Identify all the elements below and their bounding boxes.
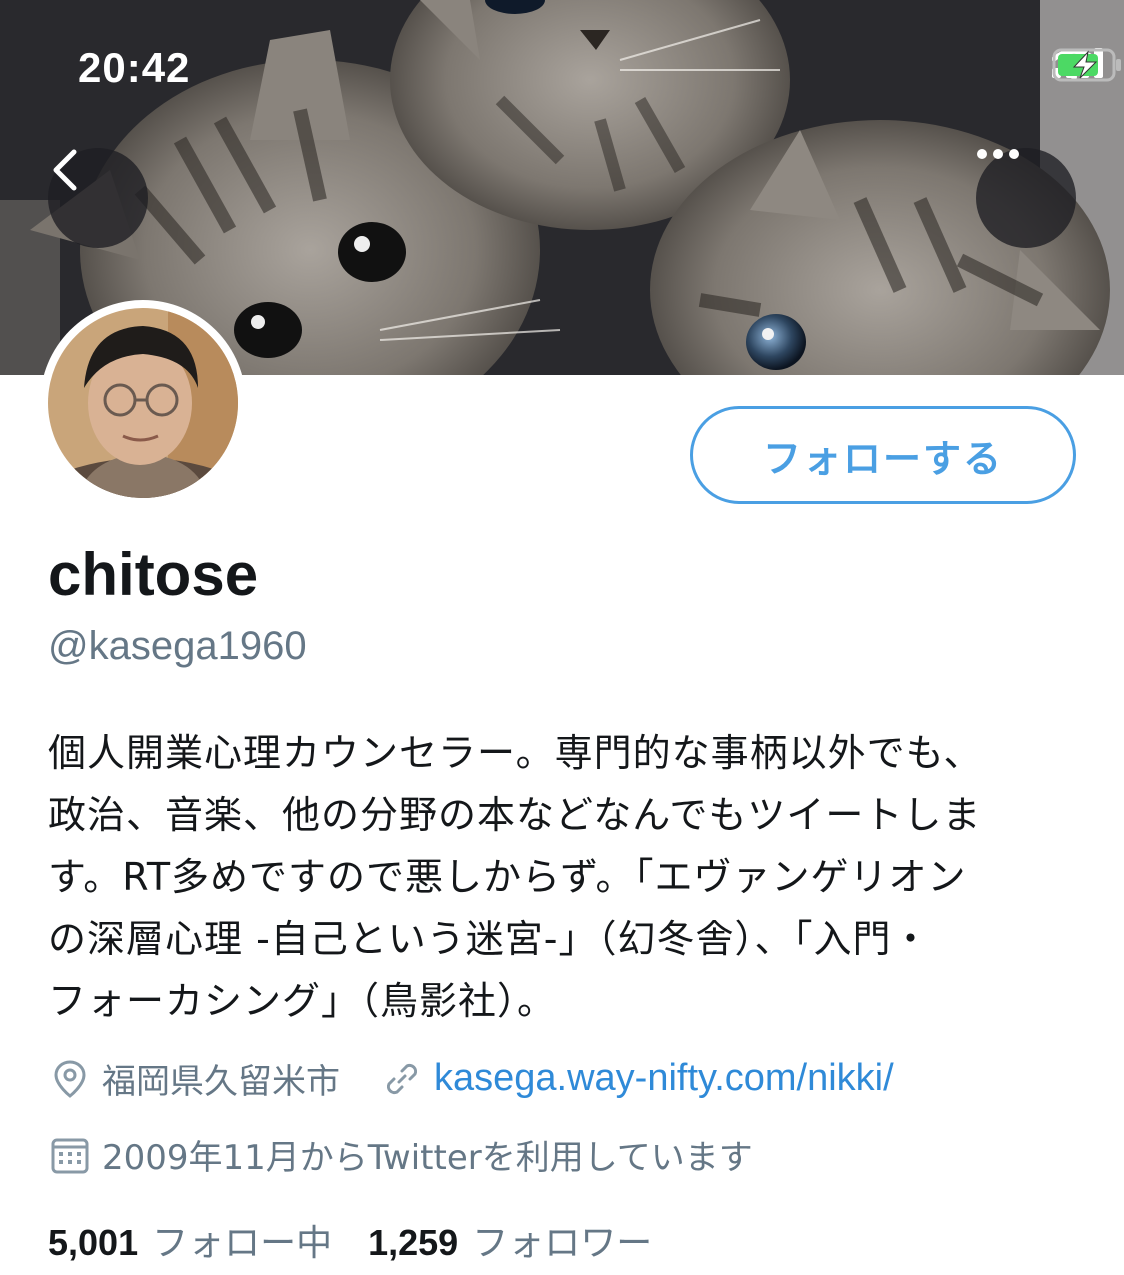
avatar-image (48, 308, 238, 498)
follow-stats: 5,001 フォロー中 1,259 フォロワー (48, 1214, 688, 1266)
location-text: 福岡県久留米市 (102, 1062, 340, 1102)
user-handle: @kasega1960 (48, 624, 307, 668)
website-link[interactable]: kasega.way-nifty.com/nikki/ (380, 1057, 894, 1101)
profile-page: 20:42 フォローする chitose @kasega1960 個人開業心理カ… (0, 0, 1124, 1275)
profile-meta-row: 福岡県久留米市 kasega.way-nifty.com/nikki/ (48, 1054, 894, 1103)
following-count[interactable]: 5,001 (48, 1222, 138, 1264)
bio-line: フォーカシング」（鳥影社）。 (48, 979, 557, 1023)
profile-bio: 個人開業心理カウンセラー。専門的な事柄以外でも、 政治、音楽、他の分野の本などな… (48, 722, 1088, 1032)
bio-line: 政治、音楽、他の分野の本などなんでもツイートしま (48, 793, 982, 837)
join-date-text: 2009年11月からTwitterを利用しています (102, 1138, 753, 1178)
display-name: chitose (48, 541, 259, 608)
followers-count[interactable]: 1,259 (368, 1222, 458, 1264)
follow-button[interactable]: フォローする (690, 406, 1076, 504)
back-button[interactable] (48, 148, 148, 248)
bio-line: す。RT多めですので悪しからず。「エヴァンゲリオン (48, 855, 967, 899)
bio-line: の深層心理 -自己という迷宮-」（幻冬舎）、「入門・ (48, 917, 931, 961)
bio-line: 個人開業心理カウンセラー。専門的な事柄以外でも、 (48, 731, 983, 775)
profile-meta-row: 2009年11月からTwitterを利用しています (48, 1130, 753, 1179)
website-url[interactable]: kasega.way-nifty.com/nikki/ (434, 1057, 894, 1100)
link-icon (380, 1057, 424, 1101)
followers-label[interactable]: フォロワー (472, 1214, 652, 1266)
location-pin-icon (48, 1057, 92, 1101)
avatar[interactable] (40, 300, 246, 506)
calendar-icon (48, 1133, 92, 1177)
following-label[interactable]: フォロー中 (152, 1214, 332, 1266)
more-button[interactable] (976, 148, 1076, 248)
status-time: 20:42 (78, 44, 191, 91)
